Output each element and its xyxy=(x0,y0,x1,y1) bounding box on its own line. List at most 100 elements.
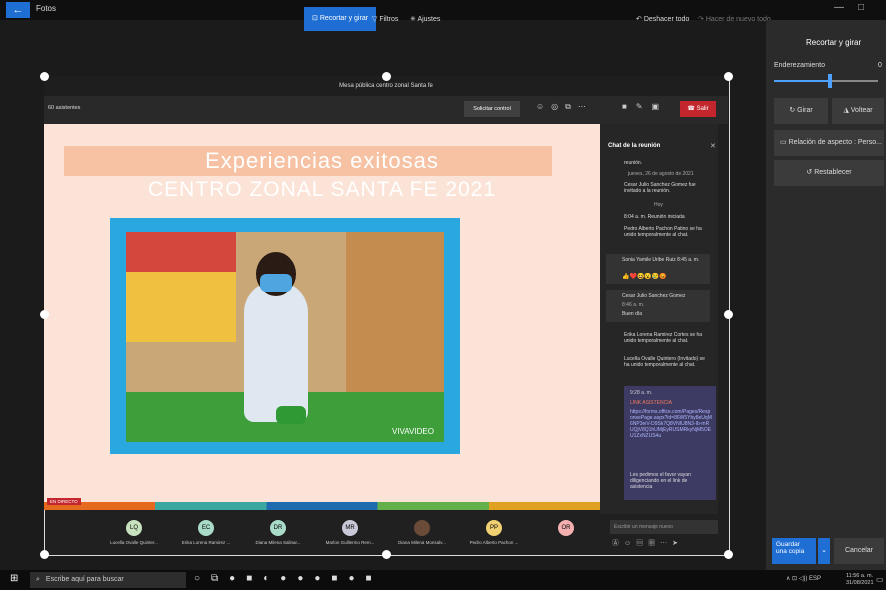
slide-footer-strip xyxy=(44,502,600,510)
panel-title: Recortar y girar xyxy=(806,38,862,47)
crop-handle-bottom[interactable] xyxy=(382,550,391,559)
leave-button[interactable]: ☎ Salir xyxy=(680,101,716,117)
participant-name: Pedro Alberto Pachon ... xyxy=(469,540,519,545)
chat-close-icon[interactable]: ✕ xyxy=(710,142,716,150)
chat-title: Chat de la reunión xyxy=(608,143,661,149)
flip-button[interactable]: ◮ Voltear xyxy=(832,98,884,124)
chat-time: 9:28 a. m. xyxy=(630,390,653,396)
redo-all-button[interactable]: ↷ Hacer de nuevo todo xyxy=(692,10,777,30)
notifications-icon[interactable]: ▭ xyxy=(876,575,884,584)
chat-line: Erika Lorena Ramirez Cortes se ha unido … xyxy=(624,332,703,344)
save-dropdown-chevron-icon[interactable]: ⌄ xyxy=(818,538,830,564)
participant-tile[interactable]: OR xyxy=(536,514,596,554)
attendees-count: 60 asistentes xyxy=(48,105,81,111)
participant-tile[interactable]: PP Pedro Alberto Pachon ... xyxy=(464,514,524,554)
participant-name: Lucella Ovalle Quinter... xyxy=(110,540,158,545)
cancel-button[interactable]: Cancelar xyxy=(834,538,884,564)
chat-text: LINK ASISTENCIA xyxy=(630,400,672,406)
avatar: MR xyxy=(342,520,358,536)
chat-input[interactable]: Escribir un mensaje nuevo xyxy=(610,520,718,534)
chat-sender: Sonia Yamile Uribe Ruiz 8:45 a. m. xyxy=(622,257,700,263)
save-copy-label: Guardar una copia xyxy=(776,541,805,555)
participant-name: Diana Milena Monsalv... xyxy=(398,540,446,545)
crop-handle-bottom-right[interactable] xyxy=(724,550,733,559)
participant-tile[interactable]: LQ Lucella Ovalle Quinter... xyxy=(104,514,164,554)
slide-title: Experiencias exitosas xyxy=(205,148,439,173)
straighten-value: 0 xyxy=(878,62,882,69)
chat-line: reunión. xyxy=(624,160,643,166)
chat-line: 8:04 a. m. Reunión iniciada xyxy=(624,214,685,220)
avatar xyxy=(414,520,430,536)
crop-handle-bottom-left[interactable] xyxy=(40,550,49,559)
live-badge: EN DIRECTO xyxy=(47,498,81,505)
chat-time: 8:46 a. m. xyxy=(622,302,645,308)
chat-text: Les pedimos el favor vayan diligenciando… xyxy=(630,472,691,490)
crop-handle-top-left[interactable] xyxy=(40,72,49,81)
chat-date: Hoy xyxy=(654,202,663,208)
chat-tools-icons[interactable]: Ⓐ☺▤▦⋯➤ xyxy=(612,538,683,548)
media-icons[interactable]: ■✎▣ xyxy=(622,102,668,111)
meeting-icons[interactable]: ☺◎⧉⋯ xyxy=(536,102,593,112)
participants-strip: LQ Lucella Ovalle Quinter... EC Erika Lore… xyxy=(104,514,604,554)
participant-name: Marlon Guillermo Rem... xyxy=(325,540,375,545)
flip-label: Voltear xyxy=(850,107,873,114)
clock-time: 11:56 a. m. xyxy=(846,573,874,579)
avatar: PP xyxy=(486,520,502,536)
minimize-icon[interactable]: — xyxy=(834,2,858,13)
request-control-button[interactable]: Solicitar control xyxy=(464,101,520,117)
reset-button[interactable]: ↺ Restablecer xyxy=(774,160,884,186)
aspect-ratio-select[interactable]: ▭ Relación de aspecto : Perso... xyxy=(774,130,884,156)
taskbar-app-icons[interactable]: ○⧉●■◐●●●■●■ xyxy=(194,573,383,584)
search-icon: ⌕ xyxy=(36,576,40,583)
undo-all-label: Deshacer todo xyxy=(643,16,690,23)
avatar: EC xyxy=(198,520,214,536)
child-photo xyxy=(126,232,444,442)
participant-name: Diana Milena Salinar... xyxy=(255,540,301,545)
straighten-slider-fill xyxy=(774,80,830,82)
taskbar-search[interactable]: ⌕ Escribe aquí para buscar xyxy=(30,572,186,588)
participant-tile[interactable]: DR Diana Milena Salinar... xyxy=(248,514,308,554)
chat-line: Pedro Alberto Pachon Patino se ha unido … xyxy=(624,226,702,238)
chat-text: Buen día xyxy=(622,311,643,317)
adjust-tab[interactable]: ✳ Ajustes xyxy=(404,10,446,30)
crop-handle-top[interactable] xyxy=(382,72,391,81)
chat-sender: Cesar Julio Sanchez Gomez xyxy=(622,293,686,299)
avatar: OR xyxy=(558,520,574,536)
tray-icons[interactable]: ∧ ⊡ ◁)) ESP xyxy=(786,575,821,582)
app-title: Fotos xyxy=(36,4,57,13)
language-indicator: ESP xyxy=(809,576,822,582)
cancel-label: Cancelar xyxy=(844,547,873,554)
participant-tile[interactable]: Diana Milena Monsalv... xyxy=(392,514,452,554)
filters-tab[interactable]: ▽ Filtros xyxy=(366,10,404,30)
filters-label: Filtros xyxy=(379,16,399,23)
taskbar-clock[interactable]: 11:56 a. m. 31/08/2021 xyxy=(846,573,874,587)
back-button[interactable]: ← xyxy=(6,2,30,18)
undo-all-button[interactable]: ↶ Deshacer todo xyxy=(630,10,695,30)
chat-line: Cesar Julio Sanchez Gomez fue invitado a… xyxy=(624,182,696,194)
maximize-icon[interactable]: □ xyxy=(858,2,878,13)
crop-handle-right[interactable] xyxy=(724,310,733,319)
crop-handle-top-right[interactable] xyxy=(724,72,733,81)
window-controls[interactable]: —□ xyxy=(834,2,878,13)
chat-date: jueves, 26 de agosto de 2021 xyxy=(628,171,694,177)
windows-start-icon[interactable]: ⊞ xyxy=(10,573,18,584)
slide-subtitle: CENTRO ZONAL SANTA FE 2021 xyxy=(147,178,497,201)
participant-tile[interactable]: EC Erika Lorena Ramirez ... xyxy=(176,514,236,554)
redo-all-label: Hacer de nuevo todo xyxy=(705,16,771,23)
save-copy-button[interactable]: Guardar una copia xyxy=(772,538,816,564)
crop-rotate-label: Recortar y girar xyxy=(319,15,369,22)
rotate-button[interactable]: ↻ Girar xyxy=(774,98,828,124)
straighten-slider-thumb[interactable] xyxy=(828,74,832,88)
avatar: DR xyxy=(270,520,286,536)
crop-handle-left[interactable] xyxy=(40,310,49,319)
participant-tile[interactable]: MR Marlon Guillermo Rem... xyxy=(320,514,380,554)
rotate-label: Girar xyxy=(797,107,813,114)
vivavideo-watermark: VIVAVIDEO xyxy=(392,427,434,436)
search-placeholder: Escribe aquí para buscar xyxy=(45,576,124,583)
clock-date: 31/08/2021 xyxy=(846,580,874,586)
reaction-icons[interactable]: 👍❤️😆😮😢😡 xyxy=(622,273,667,280)
straighten-label: Enderezamiento xyxy=(774,62,825,69)
attendance-link[interactable]: https://forms.office.com/Pages/ResponseP… xyxy=(630,409,712,465)
aspect-ratio-label: Relación de aspecto : Perso... xyxy=(788,139,882,146)
reset-label: Restablecer xyxy=(814,169,852,176)
